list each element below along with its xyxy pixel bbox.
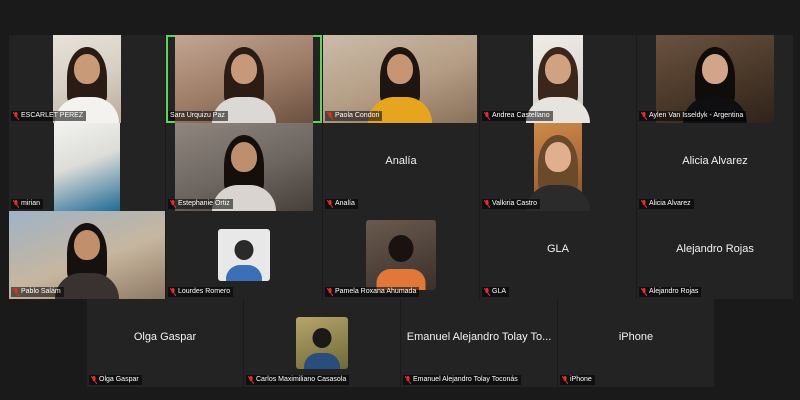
- participant-name-label: Sara Urquizu Paz: [170, 112, 225, 119]
- participant-name-label: Lourdes Romero: [178, 288, 231, 295]
- participant-display-name: Analía: [385, 155, 417, 167]
- participant-tile-carlos-maximiliano-casasola[interactable]: Carlos Maximiliano Casasola: [244, 299, 400, 387]
- participant-display-name: Olga Gaspar: [133, 331, 197, 343]
- participant-display-name: GLA: [546, 243, 569, 255]
- participant-name-label: iPhone: [570, 376, 592, 383]
- mic-muted-icon: [404, 375, 412, 385]
- profile-photo: [218, 229, 270, 281]
- participant-name-label: Carlos Maximiliano Casasola: [256, 376, 347, 383]
- gallery-view: ESCARLET PEREZ Sara Urquizu Paz Paola Cond…: [0, 0, 800, 400]
- participant-name-label: Paola Condori: [335, 112, 380, 119]
- participant-tile-sara-urquizu-paz[interactable]: Sara Urquizu Paz: [166, 35, 322, 123]
- participant-tile-valkiria-castro[interactable]: Valkiria Castro: [480, 123, 636, 211]
- profile-photo: [366, 220, 436, 290]
- participant-name-label: Pamela Roxana Ahumada: [335, 288, 417, 295]
- participant-nameplate: Olga Gaspar: [89, 375, 142, 385]
- participant-name-label: Aylen Van Isseldyk - Argentina: [649, 112, 744, 119]
- participant-nameplate: Pablo Salám: [11, 287, 64, 297]
- participant-tile-gla[interactable]: GLA GLA: [480, 211, 636, 299]
- participant-nameplate: Analía: [325, 199, 358, 209]
- mic-muted-icon: [12, 199, 20, 209]
- mic-muted-icon: [640, 111, 648, 121]
- participant-nameplate: Alicia Alvarez: [639, 199, 694, 209]
- mic-muted-icon: [12, 111, 20, 121]
- participant-video: [53, 35, 121, 123]
- participant-nameplate: Emanuel Alejandro Tolay Toconás: [403, 375, 521, 385]
- participant-tile-iphone[interactable]: iPhone iPhone: [558, 299, 714, 387]
- participant-name-label: mirian: [21, 200, 41, 207]
- participant-video: [175, 123, 313, 211]
- mic-muted-icon: [561, 375, 569, 385]
- participant-nameplate: Aylen Van Isseldyk - Argentina: [639, 111, 747, 121]
- participant-tile-pablo-salam[interactable]: Pablo Salám: [9, 211, 165, 299]
- participant-name-label: Alicia Alvarez: [649, 200, 691, 207]
- mic-muted-icon: [326, 199, 334, 209]
- mic-muted-icon: [326, 287, 334, 297]
- participant-name-label: ESCARLET PEREZ: [21, 112, 84, 119]
- mic-muted-icon: [483, 287, 491, 297]
- participant-name-label: Analía: [335, 200, 355, 207]
- participant-name-label: Alejandro Rojas: [649, 288, 699, 295]
- participant-name-label: Pablo Salám: [21, 288, 61, 295]
- participant-nameplate: Pamela Roxana Ahumada: [325, 287, 420, 297]
- mic-muted-icon: [12, 287, 20, 297]
- participant-name-label: GLA: [492, 288, 507, 295]
- participant-nameplate: Valkiria Castro: [482, 199, 540, 209]
- participant-nameplate: iPhone: [560, 375, 595, 385]
- participant-tile-analia[interactable]: Analía Analía: [323, 123, 479, 211]
- participant-video: [526, 123, 590, 211]
- participant-display-name: Alicia Alvarez: [682, 155, 748, 167]
- participant-tile-aylen-van-isseldyk-argentina[interactable]: Aylen Van Isseldyk - Argentina: [637, 35, 793, 123]
- mic-muted-icon: [640, 287, 648, 297]
- mic-muted-icon: [90, 375, 98, 385]
- participant-tile-paola-condori[interactable]: Paola Condori: [323, 35, 479, 123]
- participant-video: [656, 35, 774, 123]
- participant-nameplate: GLA: [482, 287, 510, 297]
- participant-name-label: Andrea Castellano: [492, 112, 550, 119]
- participant-name-label: Valkiria Castro: [492, 200, 537, 207]
- participant-tile-alejandro-rojas[interactable]: Alejandro Rojas Alejandro Rojas: [637, 211, 793, 299]
- participant-nameplate: Paola Condori: [325, 111, 383, 121]
- participant-tile-mirian[interactable]: mirian: [9, 123, 165, 211]
- participant-display-name: Alejandro Rojas: [676, 243, 754, 255]
- participant-tile-lourdes-romero[interactable]: Lourdes Romero: [166, 211, 322, 299]
- mic-muted-icon: [326, 111, 334, 121]
- participant-nameplate: Sara Urquizu Paz: [168, 111, 228, 121]
- participant-tile-pamela-roxana-ahumada[interactable]: Pamela Roxana Ahumada: [323, 211, 479, 299]
- mic-muted-icon: [640, 199, 648, 209]
- participant-video: [323, 35, 477, 123]
- participant-name-label: Emanuel Alejandro Tolay Toconás: [413, 376, 518, 383]
- participant-tile-estephanie-ortiz[interactable]: Estephanie Ortiz: [166, 123, 322, 211]
- mic-muted-icon: [169, 199, 177, 209]
- participant-nameplate: mirian: [11, 199, 44, 209]
- profile-photo: [296, 317, 348, 369]
- participant-video: [175, 35, 313, 123]
- participant-video: [9, 211, 165, 299]
- participant-tile-olga-gaspar[interactable]: Olga Gaspar Olga Gaspar: [87, 299, 243, 387]
- participant-name-label: Olga Gaspar: [99, 376, 139, 383]
- participant-nameplate: Andrea Castellano: [482, 111, 553, 121]
- participant-video: [54, 123, 120, 211]
- participant-tile-emanuel-alejandro-tolay-toconas[interactable]: Emanuel Alejandro Tolay To... Emanuel Ale…: [401, 299, 557, 387]
- mic-muted-icon: [483, 111, 491, 121]
- participant-nameplate: Lourdes Romero: [168, 287, 234, 297]
- participant-tile-andrea-castellano[interactable]: Andrea Castellano: [480, 35, 636, 123]
- participant-name-label: Estephanie Ortiz: [178, 200, 230, 207]
- mic-muted-icon: [169, 287, 177, 297]
- participant-display-name: Emanuel Alejandro Tolay To...: [406, 331, 552, 343]
- participant-display-name: iPhone: [618, 331, 654, 343]
- participant-nameplate: ESCARLET PEREZ: [11, 111, 87, 121]
- participant-nameplate: Carlos Maximiliano Casasola: [246, 375, 350, 385]
- mic-muted-icon: [247, 375, 255, 385]
- participant-video: [526, 35, 590, 123]
- participant-tile-escarlet-perez[interactable]: ESCARLET PEREZ: [9, 35, 165, 123]
- participant-nameplate: Alejandro Rojas: [639, 287, 702, 297]
- mic-muted-icon: [483, 199, 491, 209]
- participant-nameplate: Estephanie Ortiz: [168, 199, 233, 209]
- participant-tile-alicia-alvarez[interactable]: Alicia Alvarez Alicia Alvarez: [637, 123, 793, 211]
